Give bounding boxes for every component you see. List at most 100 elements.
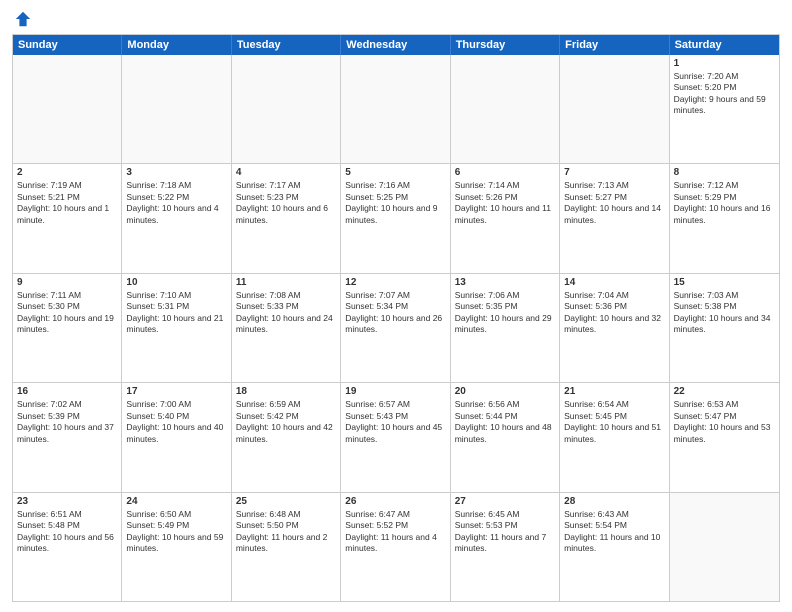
day-info: Sunrise: 6:43 AM Sunset: 5:54 PM Dayligh… bbox=[564, 509, 664, 555]
logo-icon bbox=[14, 10, 32, 28]
day-cell-14: 14 Sunrise: 7:04 AM Sunset: 5:36 PM Dayli… bbox=[560, 274, 669, 382]
calendar-week-1: 1 Sunrise: 7:20 AM Sunset: 5:20 PM Daylig… bbox=[13, 55, 779, 163]
logo bbox=[12, 10, 32, 28]
header-day-sunday: Sunday bbox=[13, 35, 122, 55]
calendar-week-3: 9 Sunrise: 7:11 AM Sunset: 5:30 PM Daylig… bbox=[13, 273, 779, 382]
day-info: Sunrise: 6:45 AM Sunset: 5:53 PM Dayligh… bbox=[455, 509, 555, 555]
header-day-saturday: Saturday bbox=[670, 35, 779, 55]
day-number: 26 bbox=[345, 496, 445, 507]
calendar: SundayMondayTuesdayWednesdayThursdayFrid… bbox=[12, 34, 780, 602]
day-info: Sunrise: 6:47 AM Sunset: 5:52 PM Dayligh… bbox=[345, 509, 445, 555]
day-number: 24 bbox=[126, 496, 226, 507]
header-day-thursday: Thursday bbox=[451, 35, 560, 55]
day-info: Sunrise: 7:13 AM Sunset: 5:27 PM Dayligh… bbox=[564, 180, 664, 226]
day-info: Sunrise: 7:06 AM Sunset: 5:35 PM Dayligh… bbox=[455, 290, 555, 336]
empty-cell bbox=[232, 55, 341, 163]
day-cell-6: 6 Sunrise: 7:14 AM Sunset: 5:26 PM Daylig… bbox=[451, 164, 560, 272]
day-cell-13: 13 Sunrise: 7:06 AM Sunset: 5:35 PM Dayli… bbox=[451, 274, 560, 382]
day-cell-28: 28 Sunrise: 6:43 AM Sunset: 5:54 PM Dayli… bbox=[560, 493, 669, 601]
day-number: 27 bbox=[455, 496, 555, 507]
day-cell-24: 24 Sunrise: 6:50 AM Sunset: 5:49 PM Dayli… bbox=[122, 493, 231, 601]
day-cell-25: 25 Sunrise: 6:48 AM Sunset: 5:50 PM Dayli… bbox=[232, 493, 341, 601]
day-number: 14 bbox=[564, 277, 664, 288]
day-cell-19: 19 Sunrise: 6:57 AM Sunset: 5:43 PM Dayli… bbox=[341, 383, 450, 491]
day-cell-5: 5 Sunrise: 7:16 AM Sunset: 5:25 PM Daylig… bbox=[341, 164, 450, 272]
day-number: 18 bbox=[236, 386, 336, 397]
day-info: Sunrise: 7:04 AM Sunset: 5:36 PM Dayligh… bbox=[564, 290, 664, 336]
day-info: Sunrise: 7:02 AM Sunset: 5:39 PM Dayligh… bbox=[17, 399, 117, 445]
day-number: 12 bbox=[345, 277, 445, 288]
day-number: 17 bbox=[126, 386, 226, 397]
day-info: Sunrise: 6:53 AM Sunset: 5:47 PM Dayligh… bbox=[674, 399, 775, 445]
day-cell-12: 12Sunrise: 7:07 AM Sunset: 5:34 PM Dayli… bbox=[341, 274, 450, 382]
day-number: 21 bbox=[564, 386, 664, 397]
empty-cell bbox=[13, 55, 122, 163]
day-info: Sunrise: 7:00 AM Sunset: 5:40 PM Dayligh… bbox=[126, 399, 226, 445]
day-info: Sunrise: 7:11 AM Sunset: 5:30 PM Dayligh… bbox=[17, 290, 117, 336]
day-cell-26: 26 Sunrise: 6:47 AM Sunset: 5:52 PM Dayli… bbox=[341, 493, 450, 601]
day-number: 13 bbox=[455, 277, 555, 288]
day-cell-11: 11 Sunrise: 7:08 AM Sunset: 5:33 PM Dayli… bbox=[232, 274, 341, 382]
day-cell-17: 17 Sunrise: 7:00 AM Sunset: 5:40 PM Dayli… bbox=[122, 383, 231, 491]
header-day-monday: Monday bbox=[122, 35, 231, 55]
day-number: 7 bbox=[564, 167, 664, 178]
day-info: Sunrise: 7:10 AM Sunset: 5:31 PM Dayligh… bbox=[126, 290, 226, 336]
day-number: 23 bbox=[17, 496, 117, 507]
day-number: 9 bbox=[17, 277, 117, 288]
day-number: 22 bbox=[674, 386, 775, 397]
day-info: Sunrise: 6:50 AM Sunset: 5:49 PM Dayligh… bbox=[126, 509, 226, 555]
header-day-friday: Friday bbox=[560, 35, 669, 55]
day-cell-15: 15 Sunrise: 7:03 AM Sunset: 5:38 PM Dayli… bbox=[670, 274, 779, 382]
day-number: 6 bbox=[455, 167, 555, 178]
day-number: 15 bbox=[674, 277, 775, 288]
day-cell-20: 20 Sunrise: 6:56 AM Sunset: 5:44 PM Dayli… bbox=[451, 383, 560, 491]
day-number: 3 bbox=[126, 167, 226, 178]
day-info: Sunrise: 7:03 AM Sunset: 5:38 PM Dayligh… bbox=[674, 290, 775, 336]
empty-cell bbox=[122, 55, 231, 163]
day-number: 2 bbox=[17, 167, 117, 178]
day-info: Sunrise: 7:08 AM Sunset: 5:33 PM Dayligh… bbox=[236, 290, 336, 336]
day-number: 8 bbox=[674, 167, 775, 178]
empty-cell bbox=[560, 55, 669, 163]
calendar-week-5: 23 Sunrise: 6:51 AM Sunset: 5:48 PM Dayli… bbox=[13, 492, 779, 601]
day-cell-23: 23 Sunrise: 6:51 AM Sunset: 5:48 PM Dayli… bbox=[13, 493, 122, 601]
day-info: Sunrise: 7:14 AM Sunset: 5:26 PM Dayligh… bbox=[455, 180, 555, 226]
calendar-body: 1 Sunrise: 7:20 AM Sunset: 5:20 PM Daylig… bbox=[13, 55, 779, 601]
day-info: Sunrise: 7:18 AM Sunset: 5:22 PM Dayligh… bbox=[126, 180, 226, 226]
empty-cell bbox=[341, 55, 450, 163]
day-cell-4: 4 Sunrise: 7:17 AM Sunset: 5:23 PM Daylig… bbox=[232, 164, 341, 272]
calendar-header: SundayMondayTuesdayWednesdayThursdayFrid… bbox=[13, 35, 779, 55]
empty-cell bbox=[670, 493, 779, 601]
day-cell-2: 2Sunrise: 7:19 AM Sunset: 5:21 PM Daylig… bbox=[13, 164, 122, 272]
day-cell-18: 18Sunrise: 6:59 AM Sunset: 5:42 PM Dayli… bbox=[232, 383, 341, 491]
day-info: Sunrise: 7:20 AM Sunset: 5:20 PM Dayligh… bbox=[674, 71, 775, 117]
day-info: Sunrise: 6:54 AM Sunset: 5:45 PM Dayligh… bbox=[564, 399, 664, 445]
day-number: 11 bbox=[236, 277, 336, 288]
day-info: Sunrise: 6:51 AM Sunset: 5:48 PM Dayligh… bbox=[17, 509, 117, 555]
day-number: 1 bbox=[674, 58, 775, 69]
day-number: 16 bbox=[17, 386, 117, 397]
day-number: 28 bbox=[564, 496, 664, 507]
day-info: Sunrise: 6:57 AM Sunset: 5:43 PM Dayligh… bbox=[345, 399, 445, 445]
day-info: Sunrise: 6:56 AM Sunset: 5:44 PM Dayligh… bbox=[455, 399, 555, 445]
day-info: Sunrise: 7:17 AM Sunset: 5:23 PM Dayligh… bbox=[236, 180, 336, 226]
day-cell-22: 22 Sunrise: 6:53 AM Sunset: 5:47 PM Dayli… bbox=[670, 383, 779, 491]
day-number: 19 bbox=[345, 386, 445, 397]
day-cell-7: 7 Sunrise: 7:13 AM Sunset: 5:27 PM Daylig… bbox=[560, 164, 669, 272]
day-info: Sunrise: 7:12 AM Sunset: 5:29 PM Dayligh… bbox=[674, 180, 775, 226]
day-number: 5 bbox=[345, 167, 445, 178]
day-number: 4 bbox=[236, 167, 336, 178]
day-info: Sunrise: 7:16 AM Sunset: 5:25 PM Dayligh… bbox=[345, 180, 445, 226]
calendar-week-4: 16 Sunrise: 7:02 AM Sunset: 5:39 PM Dayli… bbox=[13, 382, 779, 491]
day-number: 10 bbox=[126, 277, 226, 288]
day-info: Sunrise: 6:48 AM Sunset: 5:50 PM Dayligh… bbox=[236, 509, 336, 555]
day-cell-16: 16 Sunrise: 7:02 AM Sunset: 5:39 PM Dayli… bbox=[13, 383, 122, 491]
calendar-week-2: 2Sunrise: 7:19 AM Sunset: 5:21 PM Daylig… bbox=[13, 163, 779, 272]
header-day-wednesday: Wednesday bbox=[341, 35, 450, 55]
page-header bbox=[12, 10, 780, 28]
day-number: 25 bbox=[236, 496, 336, 507]
day-cell-3: 3 Sunrise: 7:18 AM Sunset: 5:22 PM Daylig… bbox=[122, 164, 231, 272]
day-number: 20 bbox=[455, 386, 555, 397]
header-day-tuesday: Tuesday bbox=[232, 35, 341, 55]
day-cell-8: 8 Sunrise: 7:12 AM Sunset: 5:29 PM Daylig… bbox=[670, 164, 779, 272]
